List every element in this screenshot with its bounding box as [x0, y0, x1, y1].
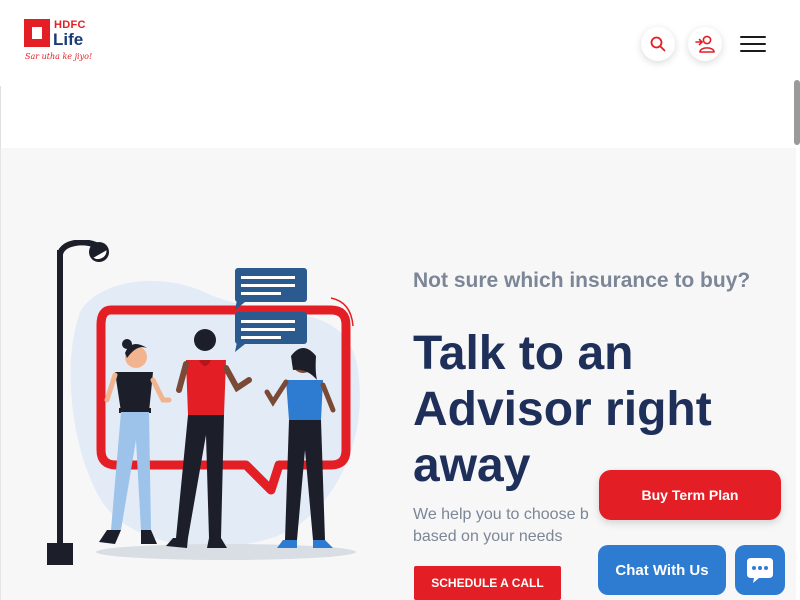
- advisor-illustration: [47, 240, 360, 565]
- chat-bubble-icon: [747, 558, 773, 583]
- schedule-call-button[interactable]: SCHEDULE A CALL: [414, 566, 561, 600]
- chat-with-us-button[interactable]: Chat With Us: [598, 545, 726, 595]
- menu-line: [740, 36, 766, 38]
- scrollbar[interactable]: [794, 80, 800, 145]
- search-icon: [650, 36, 666, 52]
- login-button[interactable]: [688, 27, 722, 61]
- hamburger-menu-icon[interactable]: [740, 36, 766, 54]
- section-headline: Talk to an Advisor right away: [413, 327, 712, 492]
- description-line-2: based on your needs: [413, 528, 563, 545]
- logo-text-bottom: Life: [53, 30, 84, 49]
- search-button[interactable]: [641, 27, 675, 61]
- menu-line: [740, 50, 766, 52]
- advisor-section: Not sure which insurance to buy? Talk to…: [0, 148, 796, 600]
- logo-mark: [24, 19, 50, 47]
- user-add-icon: [695, 35, 715, 53]
- menu-line: [740, 43, 766, 45]
- site-header: HDFC Life Sar utha ke jiyo!: [0, 0, 800, 86]
- section-subheading: Not sure which insurance to buy?: [413, 269, 751, 292]
- logo-tagline: Sar utha ke jiyo!: [25, 52, 93, 61]
- divider: [0, 86, 1, 148]
- buy-term-plan-button[interactable]: Buy Term Plan: [599, 470, 781, 520]
- hdfc-life-logo[interactable]: HDFC Life Sar utha ke jiyo!: [24, 19, 104, 65]
- description-line-1: We help you to choose b: [413, 506, 589, 523]
- chat-launcher-button[interactable]: [735, 545, 785, 595]
